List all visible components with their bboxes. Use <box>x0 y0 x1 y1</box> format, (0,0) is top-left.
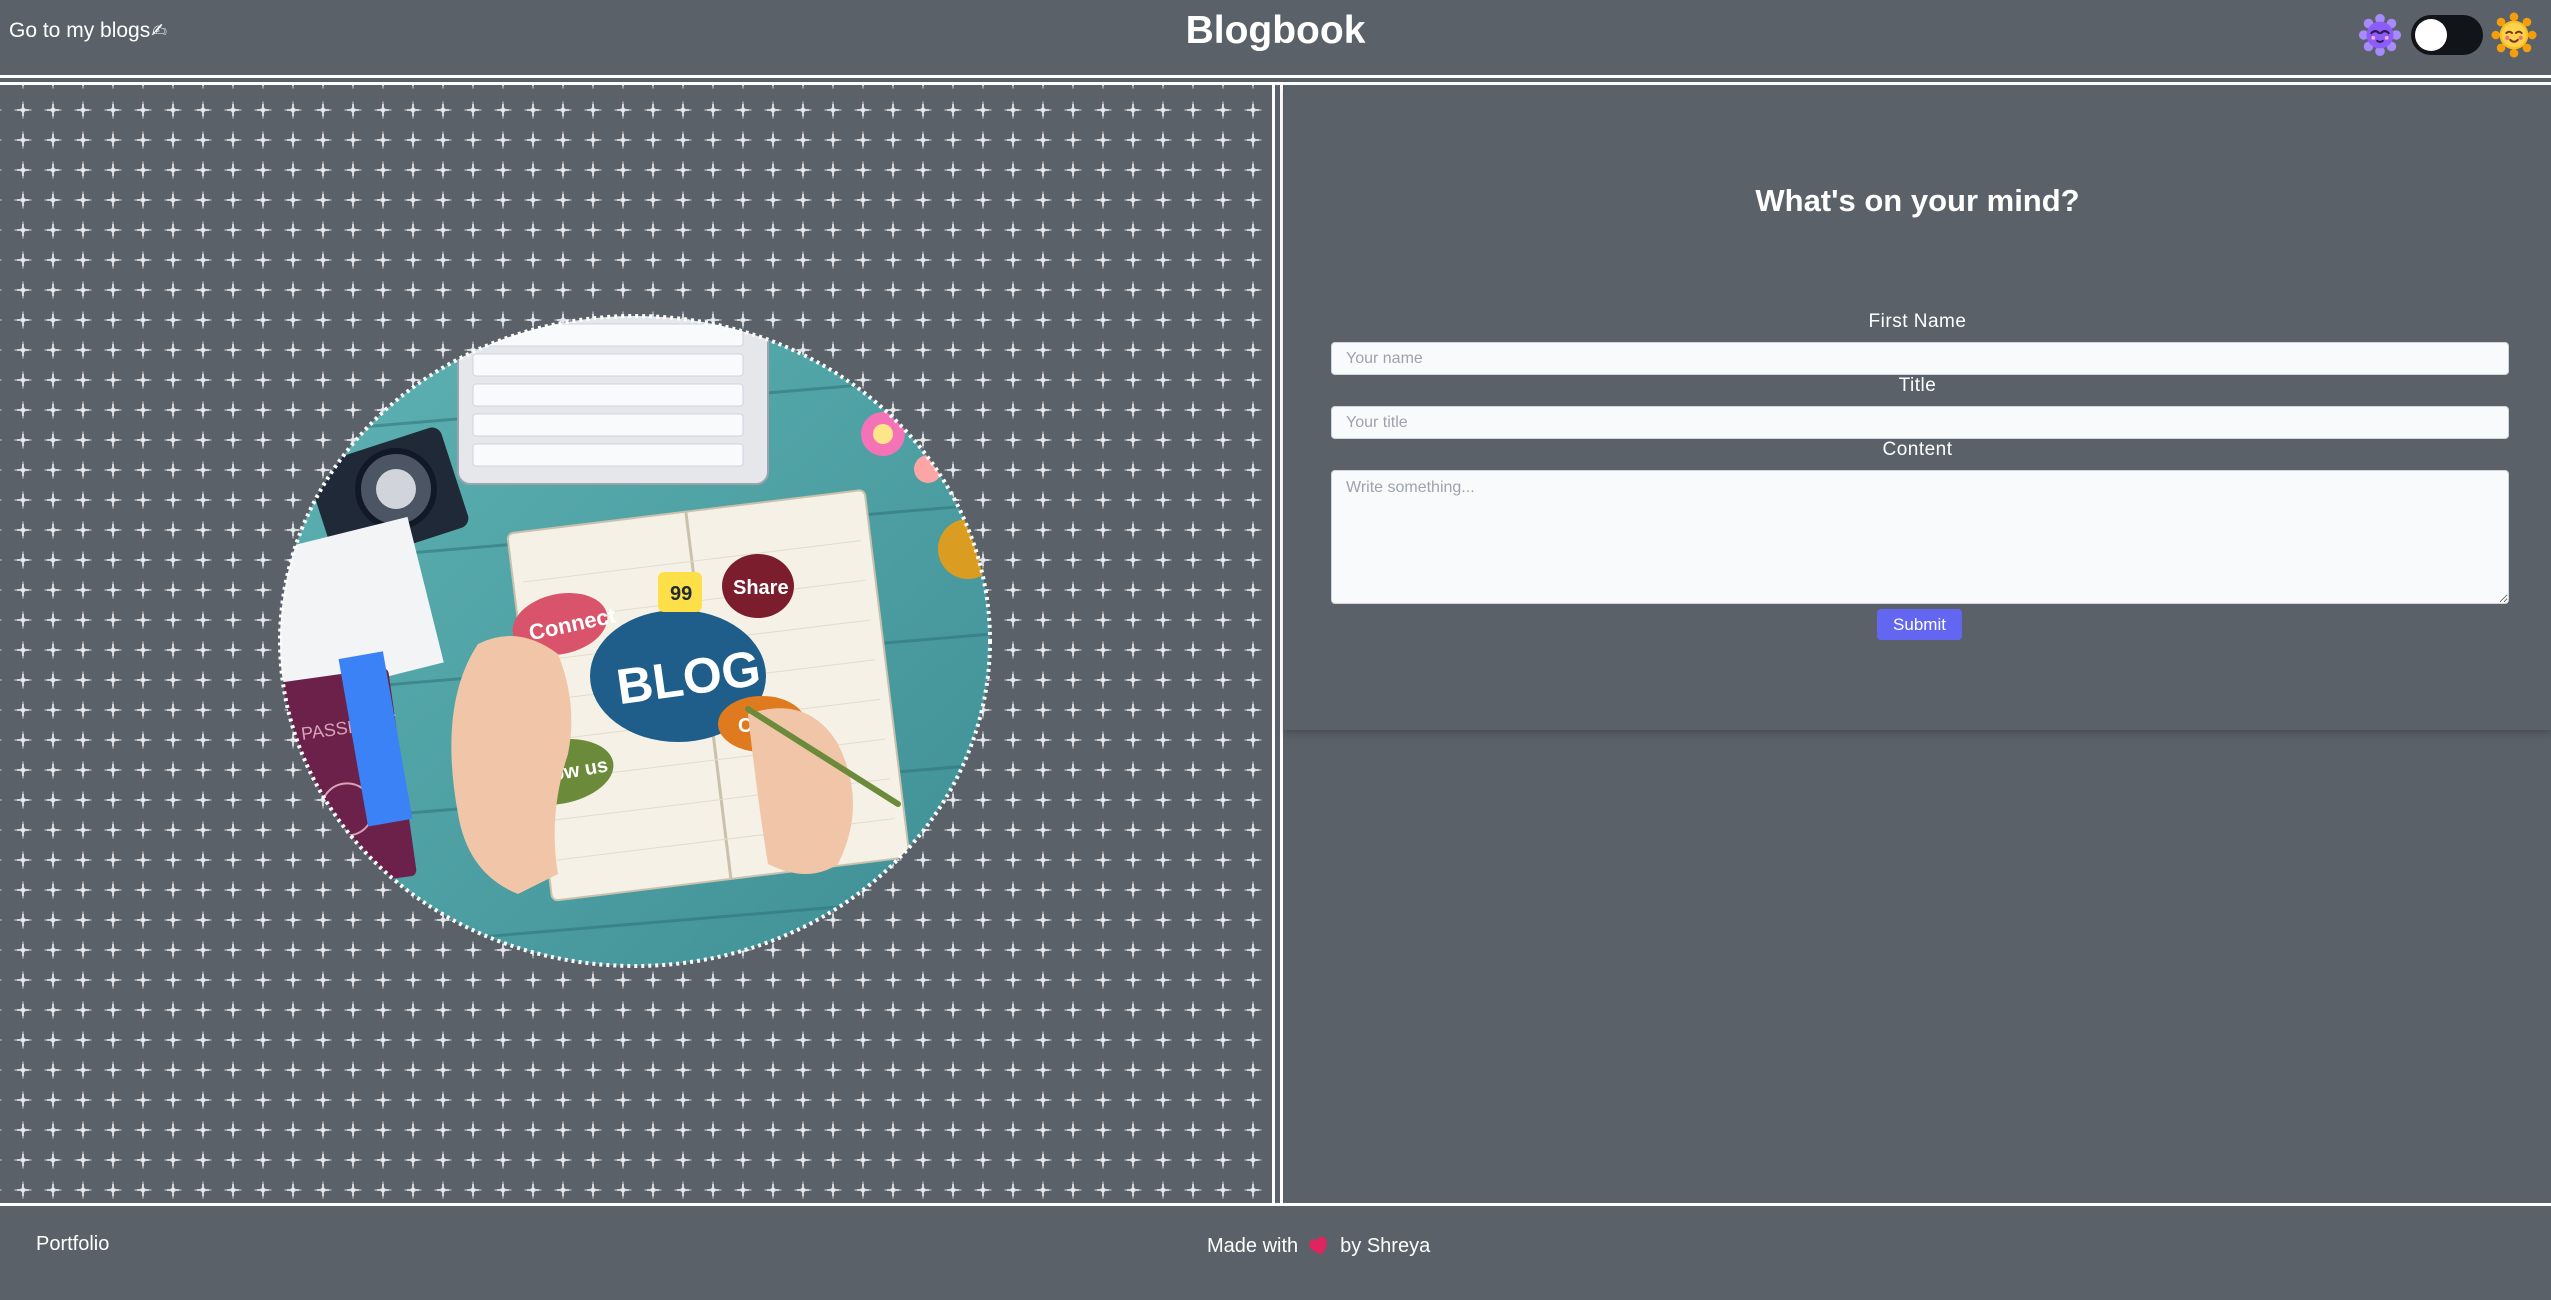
moon-face-icon[interactable] <box>2357 12 2403 58</box>
brand-title-wrapper: Blogbook <box>0 9 2551 53</box>
top-navbar: Go to my blogs✍ Blogbook <box>0 0 2551 76</box>
go-to-my-blogs-link[interactable]: Go to my blogs✍ <box>9 19 167 43</box>
go-to-my-blogs-label: Go to my blogs <box>9 19 151 42</box>
theme-toggle-switch[interactable] <box>2411 15 2483 55</box>
content-textarea[interactable] <box>1331 470 2509 604</box>
footer: Portfolio Made with by Shreya <box>0 1206 2551 1300</box>
heart-icon <box>1309 1236 1327 1255</box>
bubble-share-text: Share <box>733 577 789 599</box>
panel-divider-right <box>1280 85 1283 1203</box>
portfolio-link[interactable]: Portfolio <box>36 1233 109 1256</box>
brand-title: Blogbook <box>1185 9 1366 52</box>
svg-text:99: 99 <box>670 583 692 605</box>
first-name-label: First Name <box>1868 311 1967 332</box>
blog-illustration: PASSPORT Connect Share BLOG 99 Follow us <box>278 314 992 968</box>
first-name-input[interactable] <box>1331 342 2509 375</box>
content-label: Content <box>1882 439 1953 460</box>
theme-toggle-knob <box>2415 19 2447 51</box>
submit-button[interactable]: Submit <box>1877 609 1962 640</box>
sun-face-icon[interactable] <box>2491 12 2537 58</box>
theme-switcher <box>2357 10 2537 60</box>
title-label: Title <box>1898 375 1937 396</box>
header-divider-top <box>0 75 2551 78</box>
compose-panel: What's on your mind? First Name Title Co… <box>1284 85 2551 1203</box>
writing-hand-icon: ✍ <box>151 21 168 42</box>
title-input[interactable] <box>1331 406 2509 439</box>
form-heading: What's on your mind? <box>1755 183 2080 218</box>
hero-panel: PASSPORT Connect Share BLOG 99 Follow us <box>0 85 1272 1203</box>
compose-form: What's on your mind? First Name Title Co… <box>1284 85 2551 730</box>
footer-credit: Made with by Shreya <box>1207 1234 1430 1258</box>
panel-divider-left <box>1272 85 1275 1203</box>
made-with-label: Made with <box>1207 1234 1299 1257</box>
by-author-label: by Shreya <box>1340 1234 1431 1257</box>
